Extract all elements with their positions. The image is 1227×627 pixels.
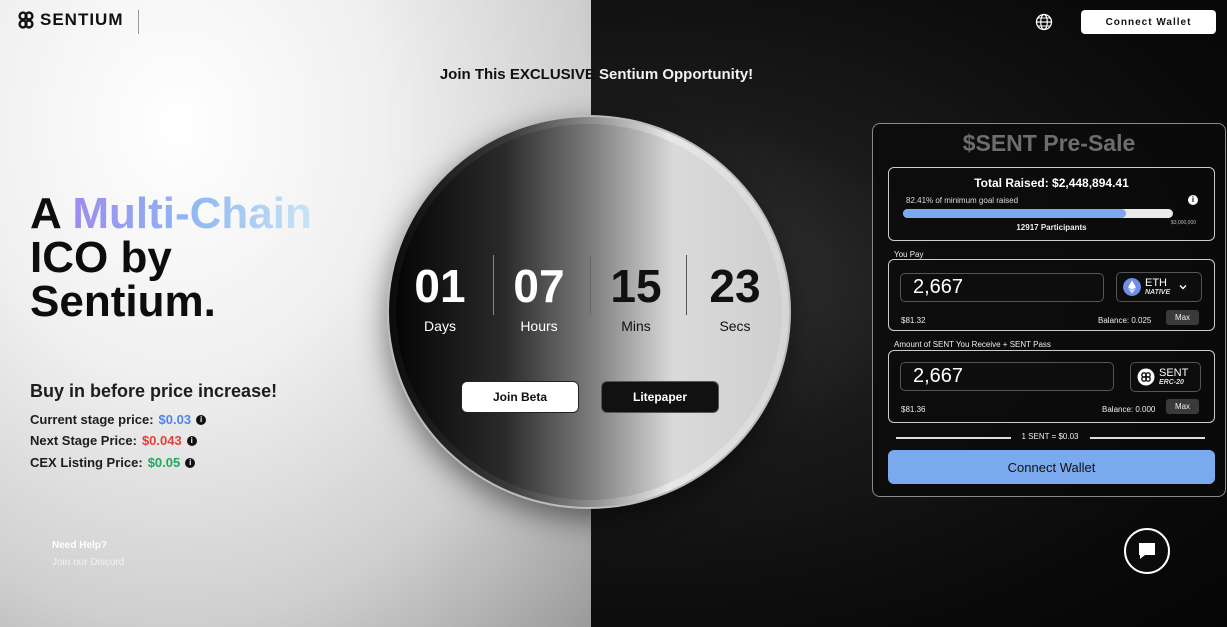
raise-progress-fill (903, 209, 1126, 218)
header-divider (138, 10, 139, 34)
price-value: $0.043 (141, 433, 182, 448)
sentium-logo-icon (18, 11, 34, 29)
brand-name: SENTIUM (40, 10, 124, 29)
mins-label: Mins (621, 318, 651, 334)
globe-icon[interactable] (1035, 13, 1053, 31)
countdown-days: 01 Days (395, 260, 485, 334)
secs-value: 23 (709, 260, 761, 312)
price-label: Next Stage Price: (30, 433, 137, 448)
connect-wallet-header-button[interactable]: Connect Wallet (1081, 10, 1216, 34)
price-value: $0.03 (158, 412, 192, 427)
sent-token-icon (1137, 368, 1155, 386)
rate-divider-left (896, 437, 1011, 439)
info-icon[interactable]: i (1188, 195, 1198, 205)
info-icon[interactable]: i (186, 435, 197, 446)
pay-token-select[interactable]: ETH NATIVE (1116, 272, 1202, 302)
price-value: $0.05 (147, 455, 181, 470)
chat-icon (1139, 543, 1155, 559)
litepaper-button[interactable]: Litepaper (601, 381, 719, 413)
help-title: Need Help? (52, 540, 108, 551)
you-pay-label: You Pay (894, 250, 924, 259)
headline-left: Join This EXCLUSIVE (439, 66, 595, 83)
exchange-rate: 1 SENT = $0.03 (1021, 432, 1079, 441)
next-stage-price: Next Stage Price: $0.043 i (30, 433, 197, 448)
receive-max-button[interactable]: Max (1166, 399, 1199, 414)
receive-token-name: SENT (1159, 367, 1189, 379)
countdown-hours: 07 Hours (494, 260, 584, 334)
receive-token-display: SENT ERC-20 (1130, 362, 1201, 392)
hero-line3: Sentium. (30, 277, 216, 326)
price-label: CEX Listing Price: (30, 455, 143, 470)
chat-button[interactable] (1124, 528, 1170, 574)
countdown-secs: 23 Secs (690, 260, 780, 334)
receive-token-network: ERC-20 (1159, 379, 1184, 386)
receive-token-text: SENT ERC-20 (1159, 367, 1189, 387)
hero-line2: ICO by (30, 233, 172, 282)
cex-listing-price: CEX Listing Price: $0.05 i (30, 455, 196, 470)
price-heading: Buy in before price increase! (30, 381, 278, 401)
hours-label: Hours (520, 318, 558, 334)
pay-amount-input[interactable] (900, 273, 1104, 302)
pay-usd-value: $81.32 (901, 316, 926, 325)
info-icon[interactable]: i (196, 414, 207, 425)
hero-line1-prefix: A (30, 189, 73, 238)
rate-divider-right (1090, 437, 1205, 439)
receive-usd-value: $81.36 (901, 405, 926, 414)
eth-token-icon (1123, 278, 1141, 296)
hero-line1-highlight: Multi-Chain (72, 189, 312, 238)
headline-right: Sentium Opportunity! (594, 66, 754, 83)
raise-progress-bar (903, 209, 1173, 218)
participants-count: 12917 Participants (1016, 223, 1087, 232)
countdown-divider (686, 255, 687, 315)
pay-max-button[interactable]: Max (1166, 310, 1199, 325)
info-icon[interactable]: i (185, 457, 196, 468)
mins-value: 15 (610, 260, 662, 312)
pay-token-name: ETH (1145, 277, 1167, 289)
hero-title: A Multi-Chain ICO by Sentium. (30, 192, 312, 324)
page-headline: Join This EXCLUSIVE Sentium Opportunity! (0, 66, 1193, 83)
join-beta-button[interactable]: Join Beta (461, 381, 579, 413)
days-label: Days (424, 318, 456, 334)
price-label: Current stage price: (30, 412, 154, 427)
pay-token-text: ETH NATIVE (1145, 277, 1171, 297)
pay-balance: Balance: 0.025 (1098, 316, 1152, 325)
current-stage-price: Current stage price: $0.03 i (30, 412, 207, 427)
secs-label: Secs (719, 318, 751, 334)
presale-title: $SENT Pre-Sale (962, 130, 1136, 156)
connect-wallet-button[interactable]: Connect Wallet (888, 450, 1215, 484)
discord-link[interactable]: Join our Discord (52, 554, 124, 571)
pay-token-network: NATIVE (1145, 289, 1171, 296)
countdown-mins: 15 Mins (591, 260, 681, 334)
min-goal-text: 82.41% of minimum goal raised (906, 196, 1019, 205)
receive-amount-input[interactable] (900, 362, 1114, 391)
days-value: 01 (414, 260, 466, 312)
hours-value: 07 (513, 260, 565, 312)
brand-logo[interactable]: SENTIUM (18, 10, 124, 30)
chevron-down-icon (1179, 285, 1187, 290)
receive-balance: Balance: 0.000 (1102, 405, 1156, 414)
receive-label: Amount of SENT You Receive + SENT Pass (894, 340, 1051, 349)
total-raised: Total Raised: $2,448,894.41 (974, 176, 1129, 190)
help-section: Need Help? Join our Discord (52, 537, 124, 571)
